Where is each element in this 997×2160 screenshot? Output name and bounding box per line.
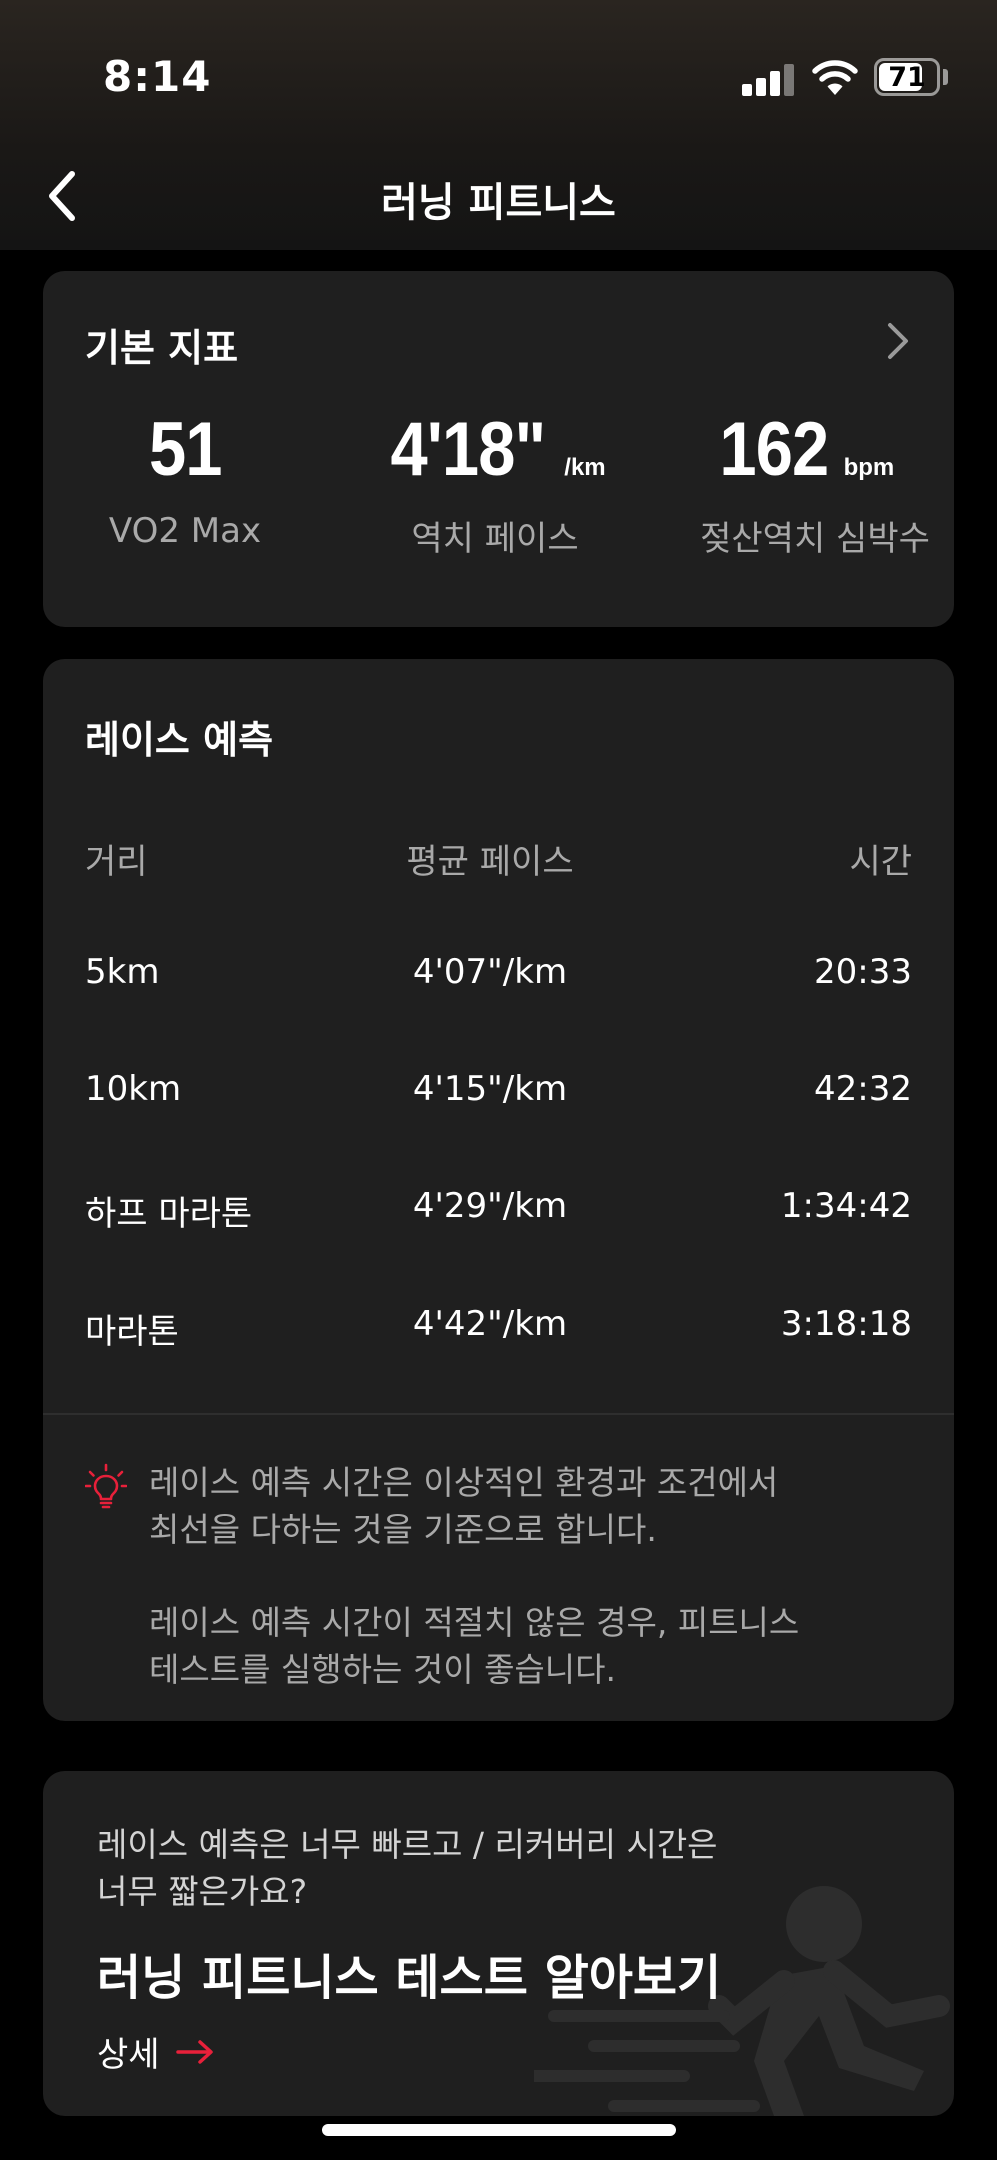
race-prediction-title: 레이스 예측 (85, 718, 274, 762)
nav-bar: 러닝 피트니스 (0, 150, 997, 250)
details-link[interactable]: 상세 (97, 2027, 214, 2076)
status-time: 8:14 (103, 52, 212, 101)
header-pace: 평균 페이스 (406, 842, 574, 882)
lightbulb-icon (85, 1463, 127, 1509)
basic-metrics-title: 기본 지표 (85, 326, 239, 370)
metric-unit: /km (564, 454, 606, 481)
row-pace: 4'42"/km (412, 1304, 568, 1344)
battery-level: 71 (888, 61, 926, 93)
metric-value: 51 (148, 407, 223, 492)
wifi-icon (812, 60, 858, 95)
tip-note-2: 레이스 예측 시간이 적절치 않은 경우, 피트니스 테스트를 실행하는 것이 … (149, 1599, 909, 1693)
row-pace: 4'15"/km (412, 1069, 568, 1109)
promo-question-line-1: 레이스 예측은 너무 빠르고 / 리커버리 시간은 (97, 1825, 718, 1864)
row-distance: 마라톤 (85, 1312, 179, 1352)
tip-note-2-line-1: 레이스 예측 시간이 적절치 않은 경우, 피트니스 (149, 1603, 800, 1642)
race-table-header: 거리 평균 페이스 시간 (85, 834, 912, 884)
battery-cap (943, 69, 948, 85)
tip-note-2-line-2: 테스트를 실행하는 것이 좋습니다. (149, 1650, 616, 1689)
fitness-test-promo-card[interactable]: 레이스 예측은 너무 빠르고 / 리커버리 시간은 너무 짧은가요? 러닝 피트… (43, 1771, 954, 2116)
running-fitness-screen: 8:14 71 러닝 피트니스 기본 지표 51 4'18" /km 162 b… (0, 0, 997, 2160)
row-time: 3:18:18 (780, 1304, 912, 1344)
metric-value: 162 (719, 407, 829, 492)
row-time: 20:33 (814, 952, 912, 992)
status-bar: 8:14 71 (0, 0, 997, 150)
row-time: 1:34:42 (780, 1186, 912, 1226)
promo-title: 러닝 피트니스 테스트 알아보기 (97, 1950, 722, 2006)
metric-label-lactate-hr: 젖산역치 심박수 (700, 519, 930, 559)
header-area: 8:14 71 러닝 피트니스 (0, 0, 997, 250)
metric-lactate-hr: 162 bpm (653, 406, 953, 493)
tip-note-1: 레이스 예측 시간은 이상적인 환경과 조건에서 최선을 다하는 것을 기준으로… (149, 1459, 909, 1553)
home-indicator[interactable] (322, 2124, 676, 2136)
table-row: 10km 4'15"/km 42:32 (85, 1069, 912, 1119)
metric-label-threshold-pace: 역치 페이스 (411, 519, 579, 559)
header-distance: 거리 (85, 842, 148, 882)
battery-icon: 71 (874, 58, 940, 96)
table-row: 하프 마라톤 4'29"/km 1:34:42 (85, 1186, 912, 1236)
promo-question-line-2: 너무 짧은가요? (97, 1872, 308, 1911)
metric-label-vo2max: VO2 Max (108, 511, 262, 551)
row-distance: 10km (85, 1069, 182, 1109)
header-time: 시간 (849, 842, 912, 882)
table-row: 5km 4'07"/km 20:33 (85, 952, 912, 1002)
metric-threshold-pace: 4'18" /km (343, 406, 643, 493)
cellular-signal-icon (742, 62, 796, 96)
promo-question: 레이스 예측은 너무 빠르고 / 리커버리 시간은 너무 짧은가요? (97, 1821, 797, 1915)
tip-note-1-line-2: 최선을 다하는 것을 기준으로 합니다. (149, 1510, 657, 1549)
chevron-right-icon[interactable] (882, 319, 914, 363)
table-row: 마라톤 4'42"/km 3:18:18 (85, 1304, 912, 1354)
row-pace: 4'07"/km (412, 952, 568, 992)
details-link-label: 상세 (97, 2035, 160, 2075)
tip-note-1-line-1: 레이스 예측 시간은 이상적인 환경과 조건에서 (149, 1463, 779, 1502)
row-distance: 5km (85, 952, 160, 992)
arrow-right-icon (175, 2039, 213, 2064)
row-distance: 하프 마라톤 (85, 1194, 253, 1234)
basic-metrics-card[interactable]: 기본 지표 51 4'18"/km 162 bpm VO2 Max 역치 페이스 … (43, 271, 954, 627)
page-title: 러닝 피트니스 (381, 180, 616, 226)
race-prediction-notes: 레이스 예측 시간은 이상적인 환경과 조건에서 최선을 다하는 것을 기준으로… (149, 1459, 909, 1693)
metric-value: 4'18" (390, 407, 547, 492)
metric-vo2max: 51 (35, 406, 335, 493)
row-pace: 4'29"/km (412, 1186, 568, 1226)
row-time: 42:32 (814, 1069, 912, 1109)
divider (43, 1413, 954, 1415)
race-prediction-card: 레이스 예측 거리 평균 페이스 시간 5km 4'07"/km 20:33 1… (43, 659, 954, 1721)
metric-unit: bpm (843, 454, 895, 481)
